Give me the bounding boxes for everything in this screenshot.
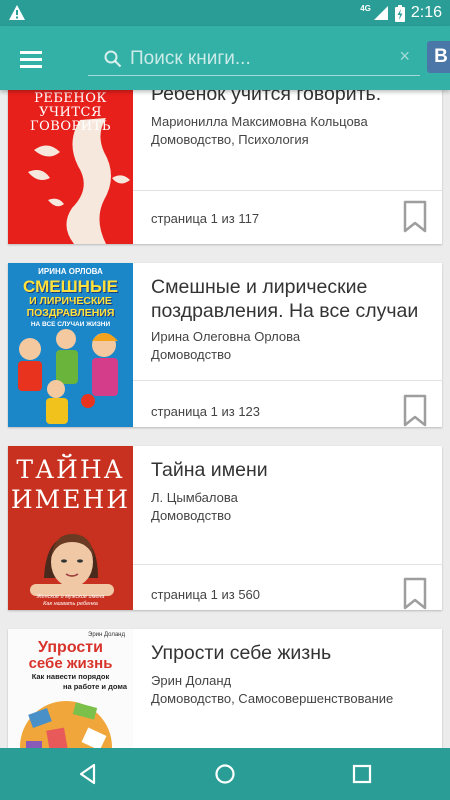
book-genre: Домоводство: [151, 508, 232, 523]
book-list: РЕБЕНОК УЧИТСЯ ГОВОРИТЬ Ребенок учится г…: [0, 90, 450, 748]
book-card[interactable]: ИРИНА ОРЛОВА СМЕШНЫЕ И ЛИРИЧЕСКИЕ ПОЗДРА…: [8, 263, 442, 427]
book-progress: страница 1 из 123: [151, 404, 261, 419]
bookmark-icon[interactable]: [402, 200, 428, 234]
book-author: Л. Цымбалова: [151, 490, 238, 505]
system-nav-bar: [0, 748, 450, 800]
bookmark-icon[interactable]: [402, 577, 428, 611]
book-title: Тайна имени: [151, 459, 268, 481]
divider: [133, 190, 442, 191]
book-title: Смешные и лирические поздравления. На вс…: [151, 276, 419, 322]
back-icon[interactable]: [74, 760, 102, 788]
book-author: Ирина Олеговна Орлова: [151, 329, 301, 344]
book-cover: ИРИНА ОРЛОВА СМЕШНЫЕ И ЛИРИЧЕСКИЕ ПОЗДРА…: [8, 263, 133, 427]
search-input[interactable]: [130, 44, 370, 74]
search-icon: [104, 50, 122, 68]
divider: [133, 380, 442, 381]
warning-icon: [9, 5, 25, 20]
vk-button[interactable]: B: [427, 41, 450, 73]
book-author: Эрин Доланд: [151, 673, 232, 688]
cover-text: Как назвать ребенка: [43, 601, 98, 607]
search-bar: ×: [88, 42, 420, 76]
book-progress: страница 1 из 560: [151, 587, 261, 602]
cover-text: Женские и мужские имена: [36, 594, 105, 600]
clear-search-icon[interactable]: ×: [399, 46, 410, 67]
cover-text: УЧИТСЯ: [39, 105, 102, 120]
book-author: Марионилла Максимовна Кольцова: [151, 114, 368, 129]
book-cover: ТАЙНА ИМЕНИ Женские и мужские имена Как …: [8, 446, 133, 610]
home-icon[interactable]: [211, 760, 239, 788]
book-cover: Эрин Доланд Упрости себе жизнь Как навес…: [8, 629, 133, 748]
book-genre: Домоводство, Психология: [151, 132, 309, 147]
cover-text: ГОВОРИТЬ: [30, 119, 111, 134]
hamburger-menu-icon[interactable]: [14, 43, 48, 73]
divider: [133, 564, 442, 565]
book-genre: Домоводство: [151, 347, 232, 362]
book-title: Ребенок учится говорить.: [151, 90, 382, 105]
book-title: Упрости себе жизнь: [151, 642, 332, 664]
recents-icon[interactable]: [348, 760, 376, 788]
bookmark-icon[interactable]: [402, 394, 428, 428]
book-card[interactable]: ТАЙНА ИМЕНИ Женские и мужские имена Как …: [8, 446, 442, 610]
battery-charging-icon: [394, 4, 405, 22]
cover-text: РЕБЕНОК: [34, 91, 107, 106]
book-genre: Домоводство, Самосовершенствование: [151, 691, 394, 706]
book-card[interactable]: РЕБЕНОК УЧИТСЯ ГОВОРИТЬ Ребенок учится г…: [8, 90, 442, 244]
book-card[interactable]: Эрин Доланд Упрости себе жизнь Как навес…: [8, 629, 442, 748]
signal-icon: [373, 6, 388, 20]
network-type: 4G: [360, 3, 371, 13]
status-bar: 4G 2:16: [0, 0, 450, 26]
book-progress: страница 1 из 117: [151, 211, 260, 226]
app-bar: × B: [0, 26, 450, 90]
clock: 2:16: [410, 4, 442, 21]
book-cover: РЕБЕНОК УЧИТСЯ ГОВОРИТЬ: [8, 90, 133, 244]
